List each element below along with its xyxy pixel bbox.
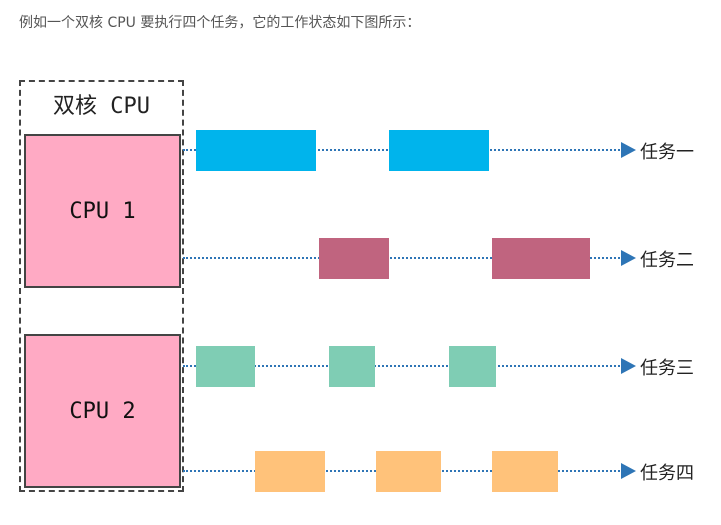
task-execution-bar <box>196 346 255 387</box>
task-label: 任务二 <box>640 250 694 271</box>
task-execution-bar <box>196 130 316 171</box>
arrow-right-icon <box>621 250 636 266</box>
task-label: 任务一 <box>640 142 694 163</box>
arrow-right-icon <box>621 358 636 374</box>
task-label: 任务四 <box>640 463 694 484</box>
task-execution-bar <box>492 451 558 492</box>
task-label: 任务三 <box>640 358 694 379</box>
cpu-1-box: CPU 1 <box>24 134 181 288</box>
task-execution-bar <box>449 346 496 387</box>
task-execution-bar <box>319 238 389 279</box>
dual-core-title: 双核 CPU <box>53 94 150 119</box>
task-execution-bar <box>492 238 590 279</box>
cpu-2-box: CPU 2 <box>24 334 181 488</box>
intro-text: 例如一个双核 CPU 要执行四个任务，它的工作状态如下图所示： <box>19 15 421 31</box>
task-execution-bar <box>329 346 375 387</box>
task-execution-bar <box>389 130 489 171</box>
task-execution-bar <box>255 451 325 492</box>
arrow-right-icon <box>621 463 636 479</box>
arrow-right-icon <box>621 142 636 158</box>
task-execution-bar <box>376 451 441 492</box>
